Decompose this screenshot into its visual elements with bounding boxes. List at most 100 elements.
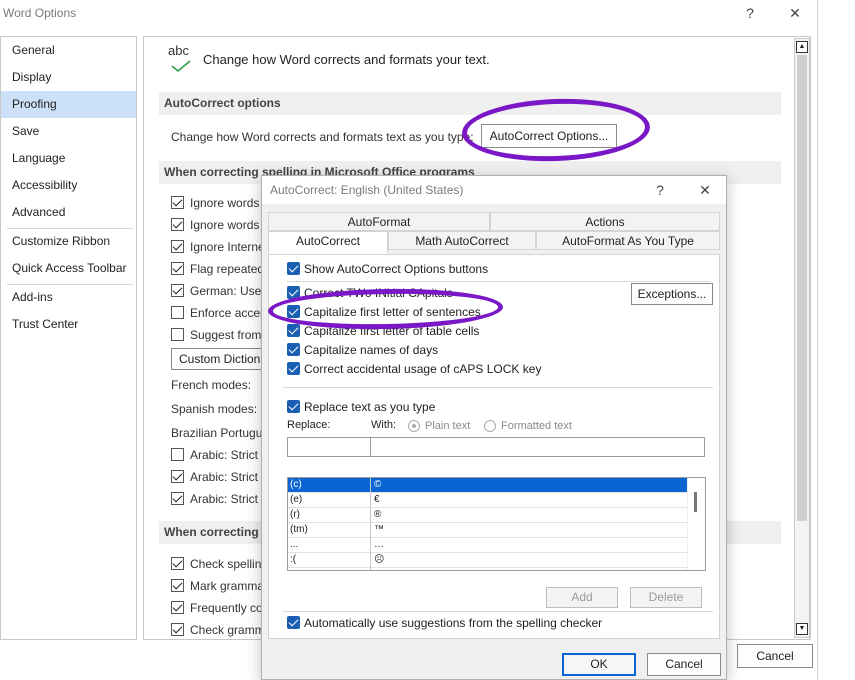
checkbox[interactable] — [171, 492, 184, 505]
option-label: Flag repeated — [190, 262, 265, 276]
list-item[interactable]: (r) ® — [288, 508, 687, 523]
plain-text-radio[interactable] — [408, 420, 420, 432]
replace-label: Replace: — [287, 419, 331, 431]
nav-customize-ribbon[interactable]: Customize Ribbon — [1, 228, 136, 255]
delete-button[interactable]: Delete — [630, 587, 702, 608]
checkbox[interactable] — [171, 557, 184, 570]
brazilian-label: Brazilian Portugu — [171, 426, 263, 440]
dialog-cancel-button[interactable]: Cancel — [647, 653, 721, 676]
divider — [287, 281, 711, 282]
autocorrect-dialog: AutoCorrect: English (United States) ? ✕… — [261, 175, 727, 680]
option-label: Check spellin — [190, 557, 262, 571]
options-nav: General Display Proofing Save Language A… — [0, 36, 137, 640]
replace-text-checkbox[interactable] — [287, 400, 300, 413]
option-label: Arabic: Strict — [190, 448, 259, 462]
list-item[interactable]: :( ☹ — [288, 553, 687, 568]
nav-trust-center[interactable]: Trust Center — [1, 311, 136, 338]
nav-add-ins[interactable]: Add-ins — [1, 284, 136, 311]
list-item[interactable]: (e) € — [288, 493, 687, 508]
option-label: Frequently co — [190, 601, 263, 615]
checkbox[interactable] — [171, 196, 184, 209]
with-input[interactable] — [370, 437, 705, 457]
list-item[interactable]: ... … — [288, 538, 687, 553]
autocorrect-description: Change how Word corrects and formats tex… — [171, 130, 474, 144]
tab-actions[interactable]: Actions — [490, 212, 720, 231]
checkbox[interactable] — [171, 218, 184, 231]
replace-text-label: Replace text as you type — [304, 400, 436, 414]
nav-language[interactable]: Language — [1, 145, 136, 172]
nav-accessibility[interactable]: Accessibility — [1, 172, 136, 199]
checkbox[interactable] — [171, 579, 184, 592]
list-item[interactable]: (tm) ™ — [288, 523, 687, 538]
ok-button[interactable]: OK — [562, 653, 636, 676]
nav-proofing[interactable]: Proofing — [1, 91, 136, 118]
auto-suggest-label: Automatically use suggestions from the s… — [304, 616, 603, 630]
vertical-scrollbar[interactable]: ▲ ▼ — [794, 38, 810, 638]
tab-autocorrect[interactable]: AutoCorrect — [268, 231, 388, 254]
checkbox[interactable] — [287, 362, 300, 375]
checkbox[interactable] — [171, 623, 184, 636]
option-label: Correct accidental usage of cAPS LOCK ke… — [304, 362, 542, 376]
checkbox[interactable] — [171, 240, 184, 253]
list-scroll-thumb[interactable] — [694, 492, 697, 512]
option-label: Ignore words — [190, 196, 260, 210]
autocorrect-entries-list[interactable]: (c) © (e) € (r) ® (tm) ™ ... … :( ☹ — [287, 477, 706, 571]
auto-suggest-checkbox[interactable] — [287, 616, 300, 629]
custom-dictionaries-button[interactable]: Custom Diction — [171, 348, 271, 370]
tab-autoformat-as-you-type[interactable]: AutoFormat As You Type — [536, 231, 720, 250]
replace-input[interactable] — [287, 437, 371, 457]
option-label: German: Use — [190, 284, 262, 298]
window-title: Word Options — [3, 6, 77, 20]
checkbox[interactable] — [171, 284, 184, 297]
option-label: Mark gramma — [190, 579, 265, 593]
option-label: Check gramm — [190, 623, 265, 637]
option-label: Suggest from — [190, 328, 262, 342]
scroll-down-icon[interactable]: ▼ — [796, 623, 808, 635]
spanish-modes-label: Spanish modes: — [171, 402, 258, 416]
checkbox[interactable] — [287, 343, 300, 356]
close-icon[interactable]: ✕ — [785, 4, 805, 22]
checkbox[interactable] — [287, 324, 300, 337]
nav-save[interactable]: Save — [1, 118, 136, 145]
show-buttons-checkbox[interactable] — [287, 262, 300, 275]
with-label: With: — [371, 419, 397, 431]
checkbox[interactable] — [171, 448, 184, 461]
nav-advanced[interactable]: Advanced — [1, 199, 136, 226]
tab-autoformat[interactable]: AutoFormat — [268, 212, 490, 231]
scroll-thumb[interactable] — [797, 55, 807, 521]
tab-math-autocorrect[interactable]: Math AutoCorrect — [388, 231, 536, 250]
nav-display[interactable]: Display — [1, 64, 136, 91]
checkbox[interactable] — [171, 306, 184, 319]
formatted-text-label: Formatted text — [501, 420, 572, 432]
checkbox[interactable] — [171, 470, 184, 483]
exceptions-button[interactable]: Exceptions... — [631, 283, 713, 305]
title-bar: Word Options ? ✕ — [0, 0, 818, 28]
option-label: Ignore words — [190, 218, 260, 232]
checkmark-icon — [171, 60, 191, 73]
option-label: Capitalize names of days — [304, 343, 439, 357]
show-buttons-label: Show AutoCorrect Options buttons — [304, 262, 489, 276]
option-label: Arabic: Strict — [190, 492, 259, 506]
dialog-title-bar: AutoCorrect: English (United States) ? ✕ — [262, 176, 726, 204]
list-scrollbar[interactable] — [687, 478, 705, 570]
scroll-up-icon[interactable]: ▲ — [796, 41, 808, 53]
checkbox[interactable] — [171, 328, 184, 341]
list-item[interactable]: (c) © — [288, 478, 687, 493]
nav-general[interactable]: General — [1, 37, 136, 64]
nav-quick-access-toolbar[interactable]: Quick Access Toolbar — [1, 255, 136, 282]
add-button[interactable]: Add — [546, 587, 618, 608]
formatted-text-radio[interactable] — [484, 420, 496, 432]
help-icon[interactable]: ? — [650, 181, 670, 199]
french-modes-label: French modes: — [171, 378, 252, 392]
option-label: Enforce accen — [190, 306, 267, 320]
option-label: Ignore Interne — [190, 240, 265, 254]
help-icon[interactable]: ? — [740, 4, 760, 22]
column-divider — [370, 478, 371, 570]
cancel-button[interactable]: Cancel — [737, 644, 813, 668]
page-description: Change how Word corrects and formats you… — [203, 52, 490, 67]
close-icon[interactable]: ✕ — [695, 181, 715, 199]
divider — [283, 611, 713, 612]
option-label: Arabic: Strict — [190, 470, 259, 484]
checkbox[interactable] — [171, 601, 184, 614]
checkbox[interactable] — [171, 262, 184, 275]
